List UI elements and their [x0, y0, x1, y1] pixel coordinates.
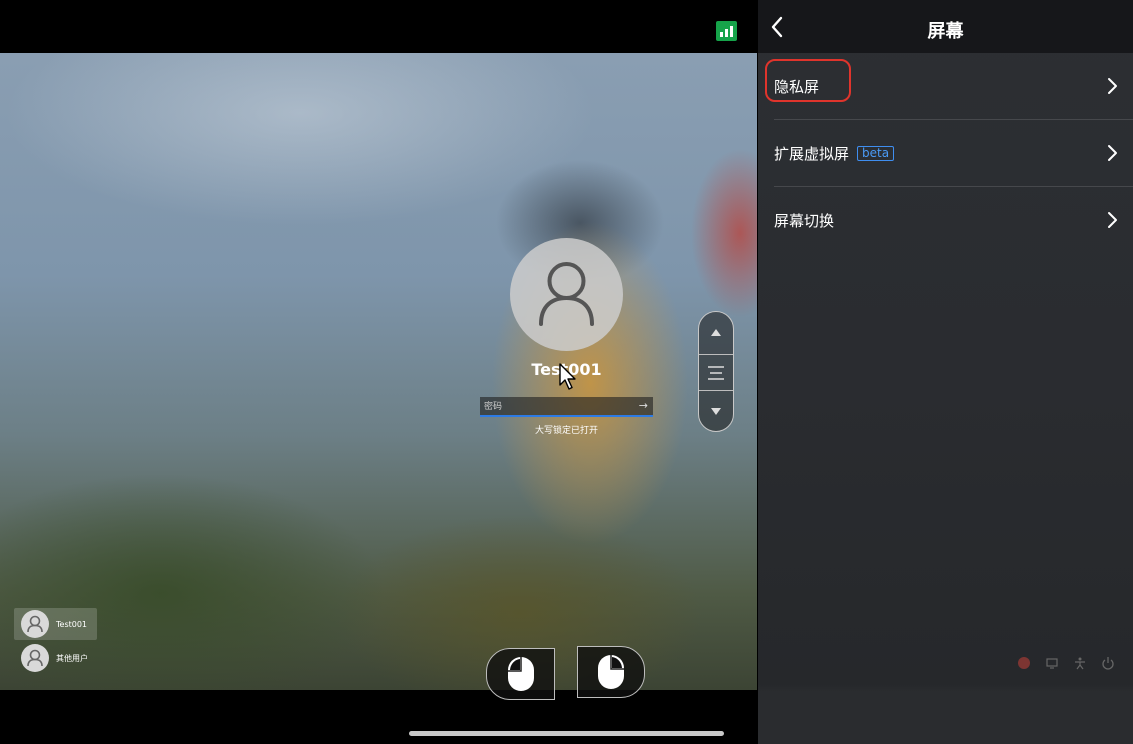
user-list: Test001 其他用户: [14, 608, 97, 676]
menu-item-privacy-screen[interactable]: 隐私屏: [765, 53, 1133, 120]
menu-item-label: 屏幕切换: [774, 211, 835, 230]
menu-item-label: 扩展虚拟屏: [774, 144, 850, 163]
remote-top-bar: [0, 0, 757, 53]
home-indicator[interactable]: [409, 731, 724, 736]
mouse-cursor-icon: [559, 363, 576, 390]
windows-login-screen[interactable]: Test001 → 大写锁定已打开 Test001 其他用户: [0, 53, 757, 690]
highlight-box: [765, 59, 851, 102]
triangle-down-icon: [711, 407, 721, 415]
chevron-right-icon: [1108, 145, 1117, 161]
accessibility-icon: [1075, 657, 1085, 670]
user-silhouette-icon: [27, 649, 43, 667]
display-icon: [1046, 658, 1058, 669]
remote-screen[interactable]: Test001 → 大写锁定已打开 Test001 其他用户: [0, 0, 757, 744]
user-list-name: 其他用户: [56, 653, 88, 663]
user-list-item-test001[interactable]: Test001: [14, 608, 97, 640]
menu-item-screen-switch[interactable]: 屏幕切换: [774, 187, 1133, 253]
menu-item-extended-virtual-screen[interactable]: 扩展虚拟屏 beta: [774, 120, 1133, 187]
panel-title: 屏幕: [927, 21, 964, 42]
power-icon: [1102, 657, 1114, 670]
system-tray: [1017, 656, 1115, 670]
user-list-name: Test001: [56, 619, 88, 629]
mouse-left-click-icon: [507, 657, 534, 691]
screen-settings-panel: 屏幕 隐私屏 扩展虚拟屏 beta 屏幕切换: [757, 0, 1133, 744]
right-mouse-button[interactable]: [577, 646, 645, 698]
scroll-up-button[interactable]: [699, 312, 733, 352]
scroll-control: [698, 311, 734, 432]
left-mouse-button[interactable]: [486, 648, 555, 700]
user-list-item-other[interactable]: 其他用户: [14, 642, 97, 674]
chevron-right-icon: [1108, 78, 1117, 94]
user-avatar: [510, 238, 623, 351]
scroll-menu-button[interactable]: [699, 353, 733, 393]
password-input[interactable]: [484, 399, 624, 415]
password-field[interactable]: →: [480, 397, 653, 417]
input-method-icon: [1018, 657, 1030, 669]
signal-bars-icon: [716, 21, 737, 41]
screen-menu: 隐私屏 扩展虚拟屏 beta 屏幕切换: [765, 53, 1133, 253]
capslock-notice: 大写锁定已打开: [534, 426, 598, 436]
submit-arrow-icon[interactable]: →: [639, 399, 648, 412]
user-avatar-small: [21, 610, 49, 638]
menu-lines-icon: [708, 366, 724, 380]
mouse-right-click-icon: [598, 655, 624, 689]
user-silhouette-icon: [27, 615, 43, 633]
user-silhouette-icon: [539, 262, 594, 326]
panel-header: 屏幕: [758, 0, 1133, 53]
user-avatar-small: [21, 644, 49, 672]
beta-badge: beta: [857, 145, 895, 161]
triangle-up-icon: [711, 328, 721, 336]
chevron-right-icon: [1108, 212, 1117, 228]
scroll-down-button[interactable]: [699, 391, 733, 431]
